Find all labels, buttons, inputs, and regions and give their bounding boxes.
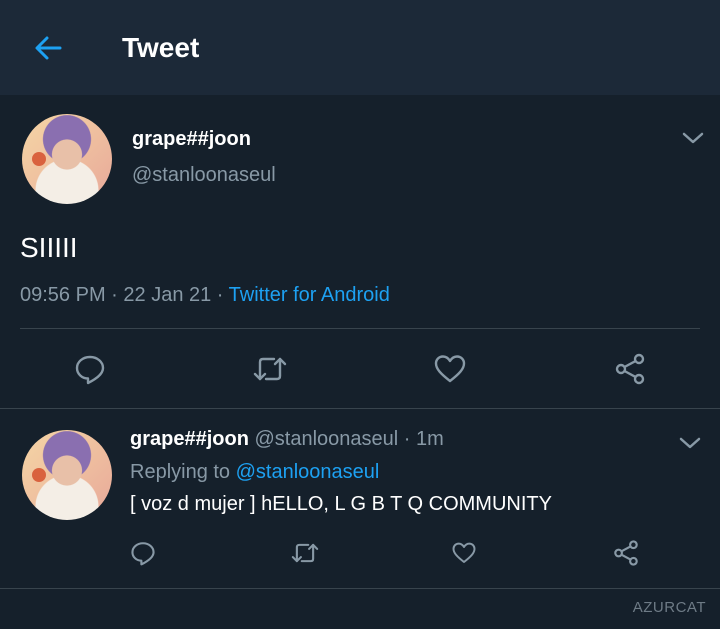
retweet-button[interactable] [250,349,290,389]
avatar[interactable] [22,430,112,520]
arrow-left-icon [35,36,62,60]
back-button[interactable] [28,30,68,66]
chevron-down-icon [679,437,701,449]
replying-to: Replying to @stanloonaseul [130,461,379,484]
retweet-icon [291,543,319,563]
meta-separator: · [105,284,124,306]
chevron-down-icon [682,132,704,144]
user-handle[interactable]: @stanloonaseul [254,428,398,450]
divider [20,328,700,329]
display-name[interactable]: grape##joon [130,428,249,450]
heart-icon [452,542,476,563]
tweet-date: 22 Jan 21 [123,284,212,306]
tweet-age: 1m [416,428,444,450]
share-icon [615,353,645,385]
retweet-button[interactable] [289,538,321,568]
tweet-text: [ voz d mujer ] hELLO, L G B T Q COMMUNI… [130,493,552,515]
avatar[interactable] [22,114,112,204]
reply-button[interactable] [70,349,110,389]
divider [0,408,720,409]
share-button[interactable] [611,538,641,568]
share-icon [614,540,638,566]
top-bar: Tweet [0,0,720,95]
reply-header: grape##joon @stanloonaseul · 1m [130,428,444,451]
mention-link[interactable]: @stanloonaseul [236,461,380,483]
reply-button[interactable] [128,538,158,568]
meta-separator: · [211,284,229,306]
more-options-button[interactable] [679,435,701,456]
retweet-icon [253,357,287,381]
heart-icon [434,355,466,383]
replying-prefix: Replying to [130,461,236,483]
tweet-source-link[interactable]: Twitter for Android [229,284,390,306]
tweet-time: 09:56 PM [20,284,106,306]
divider [0,588,720,589]
tweet-meta: 09:56 PM · 22 Jan 21 · Twitter for Andro… [20,284,390,307]
tweet-text: SIIIII [20,232,78,263]
meta-separator: · [398,428,416,450]
user-handle[interactable]: @stanloonaseul [132,164,276,187]
comment-icon [75,355,105,385]
display-name[interactable]: grape##joon [132,128,251,151]
like-button[interactable] [449,538,479,568]
page-title: Tweet [122,32,200,63]
more-options-button[interactable] [682,130,704,151]
share-button[interactable] [610,349,650,389]
like-button[interactable] [430,349,470,389]
comment-icon [131,542,155,566]
watermark: AZURCAT [632,599,706,616]
